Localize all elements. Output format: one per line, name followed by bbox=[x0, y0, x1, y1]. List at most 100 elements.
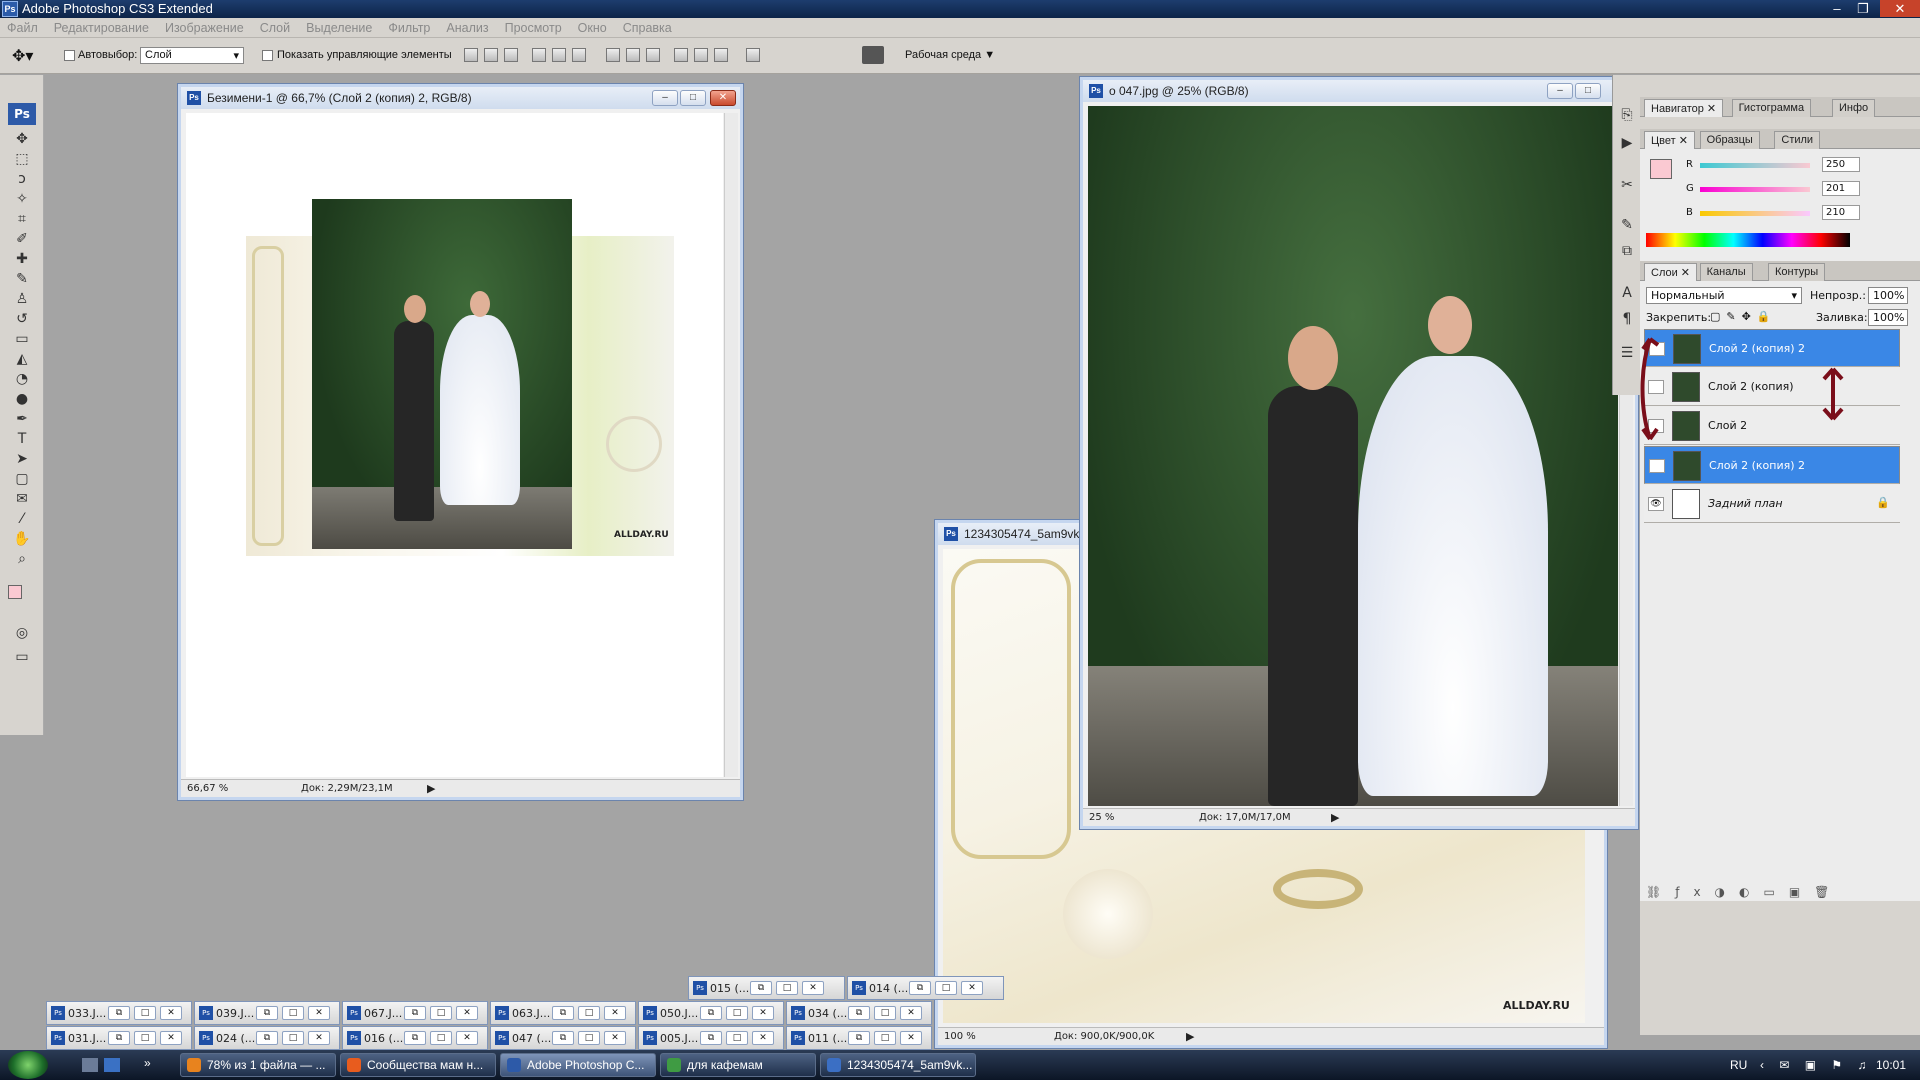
minimized-maximize-icon[interactable]: □ bbox=[430, 1006, 452, 1020]
minimized-maximize-icon[interactable]: □ bbox=[935, 981, 957, 995]
taskbar-item[interactable]: для кафемам bbox=[660, 1053, 816, 1077]
minimized-doc[interactable]: Ps 034 (... ⧉ □ ✕ bbox=[786, 1001, 932, 1025]
foreground-color-icon[interactable] bbox=[8, 585, 22, 599]
minimized-maximize-icon[interactable]: □ bbox=[282, 1006, 304, 1020]
menu-item-6[interactable]: Анализ bbox=[446, 19, 488, 35]
menu-item-0[interactable]: Файл bbox=[7, 19, 38, 35]
minimized-restore-icon[interactable]: ⧉ bbox=[552, 1006, 574, 1020]
minimize-icon[interactable]: – bbox=[1824, 0, 1850, 17]
history-brush-tool-icon[interactable]: ↺ bbox=[10, 309, 34, 329]
quick-launch-icon[interactable] bbox=[104, 1058, 120, 1072]
doc2-maximize-icon[interactable]: □ bbox=[1575, 83, 1601, 99]
layers_tabs-tab-0[interactable]: Слои ✕ bbox=[1644, 263, 1698, 281]
bridge-icon[interactable] bbox=[862, 46, 884, 64]
taskbar-item[interactable]: 1234305474_5am9vk... bbox=[820, 1053, 976, 1077]
minimized-restore-icon[interactable]: ⧉ bbox=[552, 1031, 574, 1045]
doc2-status-arrow-icon[interactable]: ▶ bbox=[1331, 811, 1339, 824]
distribute-hcenter-icon[interactable] bbox=[694, 48, 708, 62]
opacity-input[interactable]: 100% bbox=[1868, 287, 1908, 304]
minimized-doc[interactable]: Ps 014 (... ⧉ □ ✕ bbox=[847, 976, 1004, 1000]
auto-align-icon[interactable] bbox=[746, 48, 760, 62]
character-icon[interactable]: A bbox=[1615, 283, 1639, 303]
hand-tool-icon[interactable]: ✋ bbox=[10, 529, 34, 549]
minimized-close-icon[interactable]: ✕ bbox=[604, 1006, 626, 1020]
distribute-left-icon[interactable] bbox=[674, 48, 688, 62]
minimized-restore-icon[interactable]: ⧉ bbox=[108, 1031, 130, 1045]
color_tabs-tab-1[interactable]: Образцы bbox=[1699, 131, 1760, 149]
document-1-titlebar[interactable]: Ps Безимени-1 @ 66,7% (Слой 2 (копия) 2,… bbox=[181, 87, 740, 109]
align-top-icon[interactable] bbox=[464, 48, 478, 62]
nav_tabs-tab-1[interactable]: Гистограмма bbox=[1731, 99, 1812, 117]
minimized-restore-icon[interactable]: ⧉ bbox=[256, 1031, 278, 1045]
align-hcenter-icon[interactable] bbox=[552, 48, 566, 62]
distribute-right-icon[interactable] bbox=[714, 48, 728, 62]
clone-source-icon[interactable]: ⧉ bbox=[1615, 241, 1639, 261]
doc3-zoom[interactable]: 100 % bbox=[944, 1031, 976, 1042]
minimized-maximize-icon[interactable]: □ bbox=[726, 1031, 748, 1045]
minimized-close-icon[interactable]: ✕ bbox=[604, 1031, 626, 1045]
menu-item-2[interactable]: Изображение bbox=[165, 19, 244, 35]
pen-tool-icon[interactable]: ✒ bbox=[10, 409, 34, 429]
brush-tool-icon[interactable]: ✎ bbox=[10, 269, 34, 289]
minimized-restore-icon[interactable]: ⧉ bbox=[404, 1006, 426, 1020]
minimized-close-icon[interactable]: ✕ bbox=[900, 1031, 922, 1045]
foreground-swatch[interactable] bbox=[1650, 159, 1672, 179]
minimized-maximize-icon[interactable]: □ bbox=[134, 1006, 156, 1020]
move-tool-icon[interactable]: ✥▾ bbox=[12, 46, 33, 66]
layer-visibility-eye-icon[interactable]: 👁 bbox=[1648, 497, 1664, 511]
doc1-close-icon[interactable]: ✕ bbox=[710, 90, 736, 106]
lock-icons[interactable]: ▢✎✥🔒 bbox=[1710, 310, 1777, 323]
magic-wand-tool-icon[interactable]: ✧ bbox=[10, 189, 34, 209]
taskbar-item[interactable]: Сообщества мам н... bbox=[340, 1053, 496, 1077]
paint-bucket-tool-icon[interactable]: ◭ bbox=[10, 349, 34, 369]
color_tabs-tab-0[interactable]: Цвет ✕ bbox=[1644, 131, 1695, 149]
minimized-restore-icon[interactable]: ⧉ bbox=[909, 981, 931, 995]
restore-icon[interactable]: ❐ bbox=[1850, 0, 1876, 17]
minimized-maximize-icon[interactable]: □ bbox=[578, 1006, 600, 1020]
nav_tabs-tab-2[interactable]: Инфо bbox=[1832, 99, 1876, 117]
minimized-maximize-icon[interactable]: □ bbox=[134, 1031, 156, 1045]
screen-mode-icon[interactable]: ▭ bbox=[10, 647, 34, 667]
minimized-restore-icon[interactable]: ⧉ bbox=[700, 1006, 722, 1020]
nav_tabs-tab-0[interactable]: Навигатор ✕ bbox=[1644, 99, 1724, 117]
menu-item-5[interactable]: Фильтр bbox=[388, 19, 430, 35]
close-icon[interactable]: ✕ bbox=[1880, 0, 1920, 17]
show-desktop-icon[interactable] bbox=[82, 1058, 98, 1072]
minimized-close-icon[interactable]: ✕ bbox=[752, 1006, 774, 1020]
minimized-doc[interactable]: Ps 005.J... ⧉ □ ✕ bbox=[638, 1026, 784, 1050]
start-button-icon[interactable] bbox=[8, 1051, 48, 1079]
minimized-restore-icon[interactable]: ⧉ bbox=[256, 1006, 278, 1020]
eyedropper-tool-icon[interactable]: ⁄ bbox=[10, 509, 34, 529]
minimized-close-icon[interactable]: ✕ bbox=[456, 1031, 478, 1045]
show-controls-checkbox[interactable] bbox=[262, 49, 273, 61]
document-2-titlebar[interactable]: Ps о 047.jpg @ 25% (RGB/8) – □ bbox=[1083, 80, 1635, 102]
zoom-tool-icon[interactable]: ⌕ bbox=[10, 549, 34, 569]
path-selection-tool-icon[interactable]: ➤ bbox=[10, 449, 34, 469]
menu-item-8[interactable]: Окно bbox=[578, 19, 607, 35]
minimized-restore-icon[interactable]: ⧉ bbox=[404, 1031, 426, 1045]
minimized-doc[interactable]: Ps 050.J... ⧉ □ ✕ bbox=[638, 1001, 784, 1025]
dodge-tool-icon[interactable]: ● bbox=[10, 389, 34, 409]
minimized-maximize-icon[interactable]: □ bbox=[776, 981, 798, 995]
paragraph-icon[interactable]: ¶ bbox=[1615, 309, 1639, 329]
minimized-maximize-icon[interactable]: □ bbox=[282, 1031, 304, 1045]
layers_tabs-tab-2[interactable]: Контуры bbox=[1768, 263, 1826, 281]
minimized-maximize-icon[interactable]: □ bbox=[874, 1031, 896, 1045]
minimized-close-icon[interactable]: ✕ bbox=[308, 1031, 330, 1045]
minimized-doc[interactable]: Ps 011 (... ⧉ □ ✕ bbox=[786, 1026, 932, 1050]
lasso-tool-icon[interactable]: ↄ bbox=[10, 169, 34, 189]
crop-tool-icon[interactable]: ⌗ bbox=[10, 209, 34, 229]
minimized-maximize-icon[interactable]: □ bbox=[726, 1006, 748, 1020]
menu-item-1[interactable]: Редактирование bbox=[54, 19, 149, 35]
minimized-close-icon[interactable]: ✕ bbox=[160, 1031, 182, 1045]
healing-tool-icon[interactable]: ✚ bbox=[10, 249, 34, 269]
align-left-icon[interactable] bbox=[532, 48, 546, 62]
distribute-bottom-icon[interactable] bbox=[646, 48, 660, 62]
blur-tool-icon[interactable]: ◔ bbox=[10, 369, 34, 389]
r-slider[interactable] bbox=[1700, 163, 1810, 168]
tray-icons[interactable]: ‹ ✉ ▣ ⚑ ♫ bbox=[1760, 1058, 1872, 1072]
minimized-doc[interactable]: Ps 016 (... ⧉ □ ✕ bbox=[342, 1026, 488, 1050]
taskbar-item[interactable]: Adobe Photoshop C... bbox=[500, 1053, 656, 1077]
quick-mask-icon[interactable]: ◎ bbox=[10, 623, 34, 643]
document-1-canvas[interactable]: ALLDAY.RU bbox=[186, 113, 723, 777]
